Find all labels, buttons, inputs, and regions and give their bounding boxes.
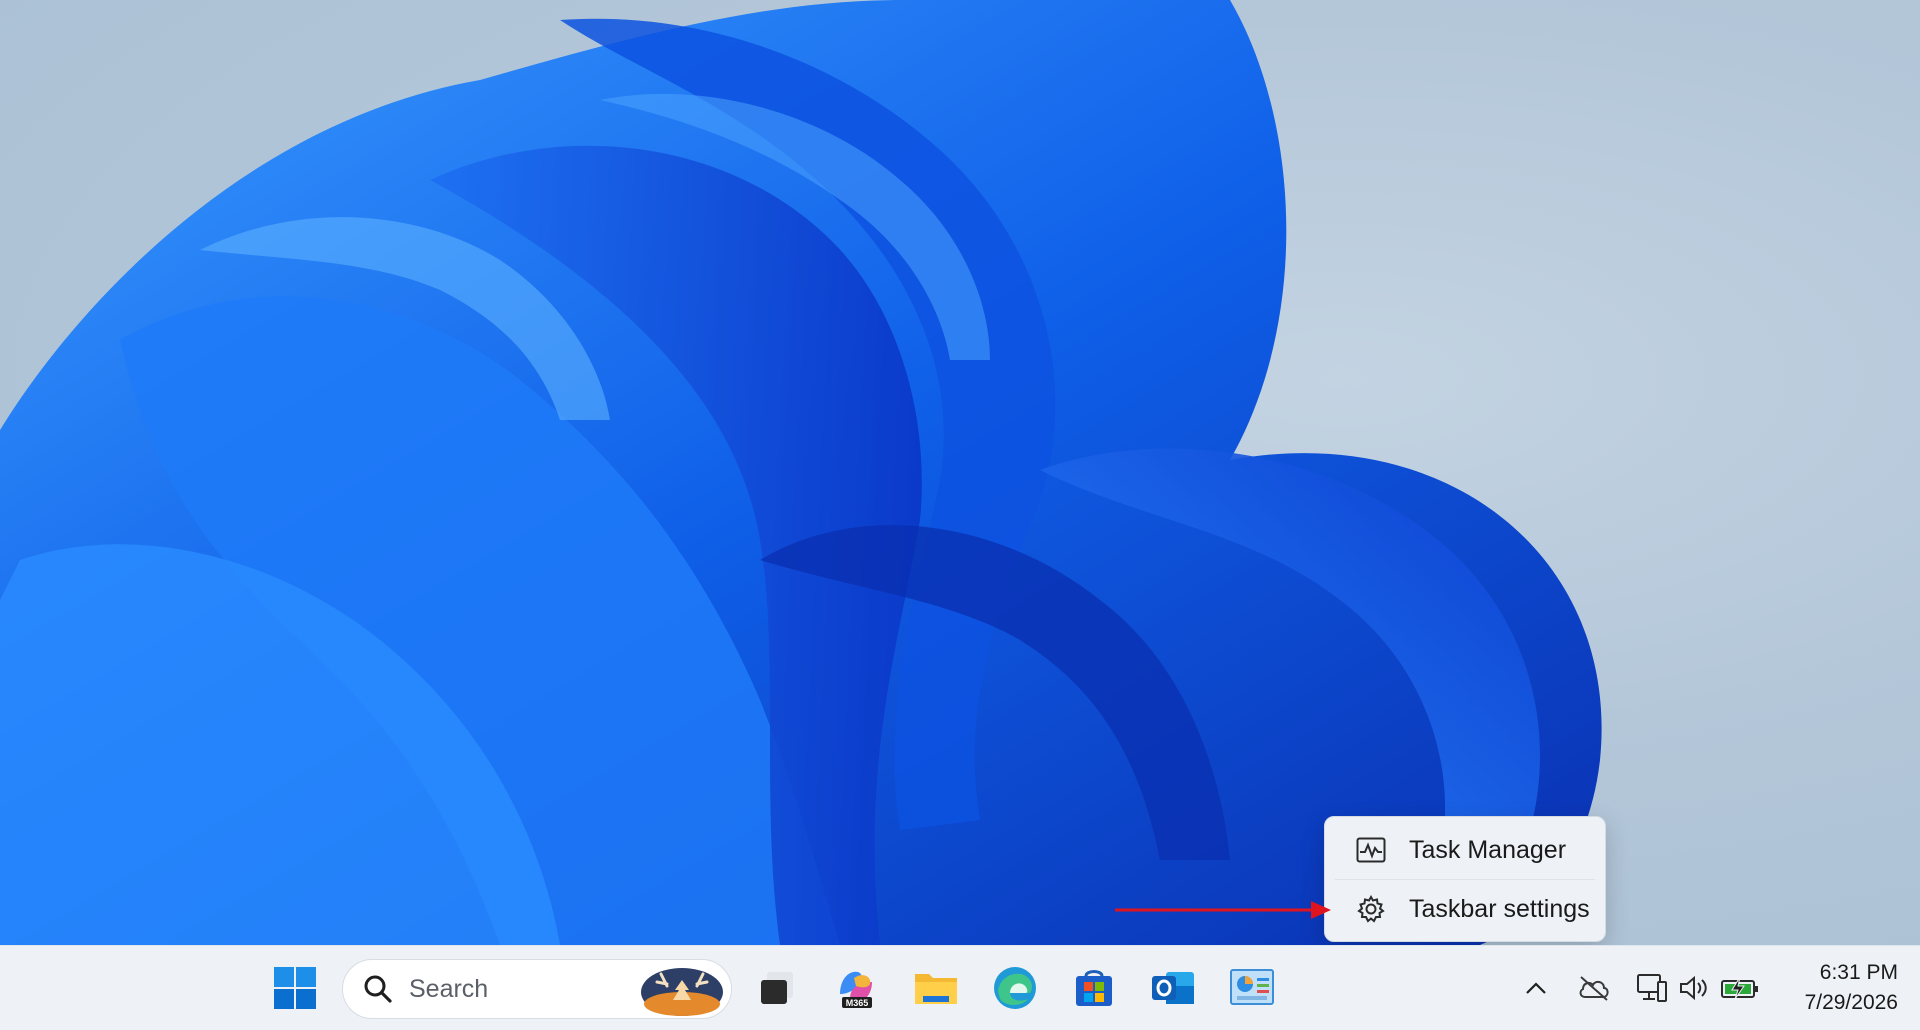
microsoft-store-app[interactable] — [1067, 961, 1121, 1015]
gear-icon — [1355, 893, 1387, 925]
network-icon — [1637, 974, 1667, 1002]
menu-item-task-manager[interactable]: Task Manager — [1329, 821, 1601, 879]
start-button[interactable] — [268, 961, 322, 1015]
taskbar-context-menu: Task Manager Taskbar settings — [1324, 816, 1606, 942]
battery-charging-icon — [1721, 976, 1758, 1000]
task-view-button[interactable] — [750, 961, 804, 1015]
search-placeholder: Search — [409, 974, 489, 1003]
network-tray-button[interactable] — [1631, 966, 1671, 1010]
control-panel-icon — [1230, 969, 1274, 1005]
task-manager-icon — [1355, 834, 1387, 866]
clock-time: 6:31 PM — [1819, 961, 1898, 984]
m365-badge: M365 — [846, 998, 869, 1008]
clock-date: 7/29/2026 — [1804, 991, 1898, 1014]
m365-copilot-app[interactable]: M365 — [829, 961, 883, 1015]
system-clock[interactable]: 6:31 PM 7/29/2026 — [1776, 958, 1898, 1018]
outlook-icon — [1152, 972, 1194, 1004]
control-panel-app[interactable] — [1225, 961, 1279, 1015]
task-view-icon — [761, 972, 793, 1004]
windows-logo-icon — [274, 967, 316, 1009]
onedrive-offline-icon — [1579, 976, 1609, 1001]
onedrive-tray-button[interactable] — [1574, 966, 1614, 1010]
volume-icon — [1680, 975, 1707, 1001]
menu-item-taskbar-settings[interactable]: Taskbar settings — [1329, 880, 1601, 938]
battery-tray-button[interactable] — [1720, 966, 1760, 1010]
menu-item-label: Task Manager — [1409, 835, 1567, 864]
outlook-app[interactable] — [1146, 961, 1200, 1015]
edge-app[interactable] — [988, 961, 1042, 1015]
desktop-wallpaper: Task Manager Taskbar settings — [0, 0, 1920, 945]
m365-icon: M365 — [840, 971, 872, 1008]
taskbar: Search M365 6:31 PM 7/29/2026 — [0, 945, 1920, 1030]
file-explorer-app[interactable] — [909, 961, 963, 1015]
windows-bloom-wallpaper — [0, 0, 1602, 945]
show-hidden-icons-button[interactable] — [1516, 966, 1556, 1010]
store-icon — [1076, 970, 1112, 1006]
annotation-arrow — [1115, 901, 1331, 919]
search-icon — [361, 972, 395, 1006]
search-box[interactable]: Search — [342, 959, 732, 1019]
volume-tray-button[interactable] — [1675, 966, 1715, 1010]
folder-icon — [915, 974, 957, 1004]
edge-icon — [994, 967, 1036, 1009]
menu-item-label: Taskbar settings — [1409, 894, 1590, 923]
chevron-up-icon — [1526, 982, 1546, 994]
search-highlight-icon — [641, 968, 723, 1016]
